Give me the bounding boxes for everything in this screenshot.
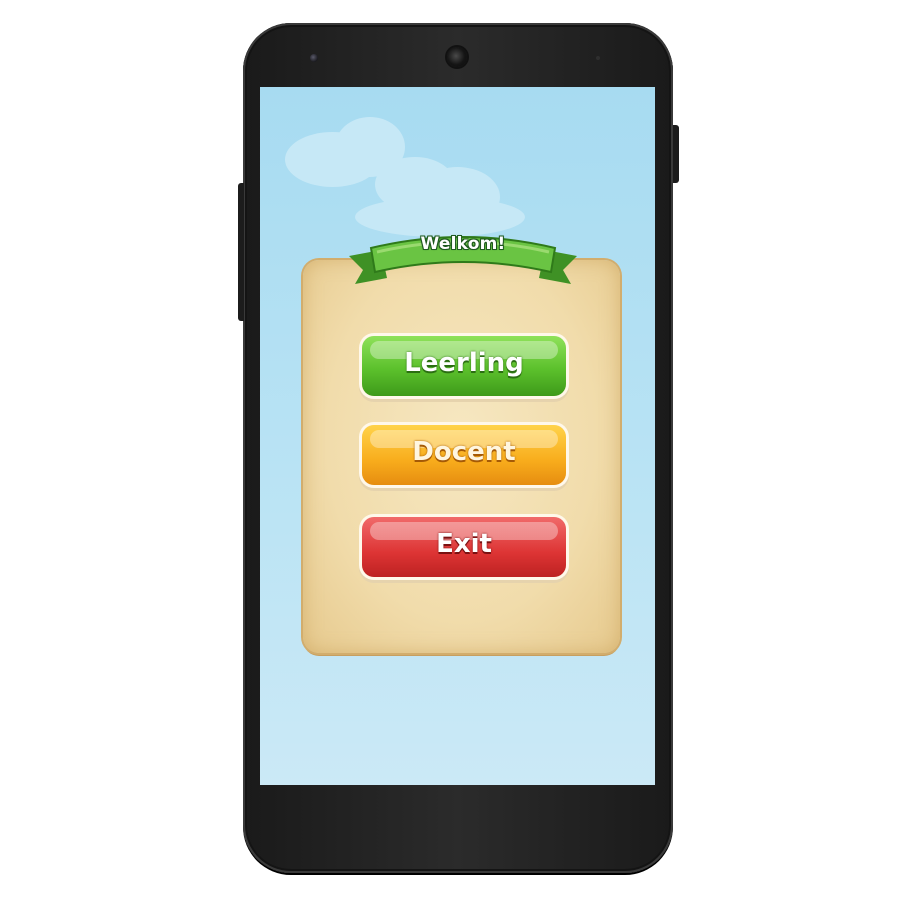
teacher-button-label: Docent [412,437,516,467]
student-button-label: Leerling [404,348,524,378]
teacher-button[interactable]: Docent [362,425,566,485]
proximity-sensor [310,54,318,62]
power-button [673,125,679,183]
welcome-ribbon: Welkom! [347,226,579,288]
light-sensor [596,56,600,60]
exit-button[interactable]: Exit [362,517,566,577]
front-camera-icon [447,47,467,67]
welcome-title: Welkom! [420,234,506,254]
exit-button-label: Exit [436,529,492,559]
device-mockup: Welkom! Leerling Docent Exit [0,0,900,900]
volume-button [238,183,244,321]
student-button[interactable]: Leerling [362,336,566,396]
